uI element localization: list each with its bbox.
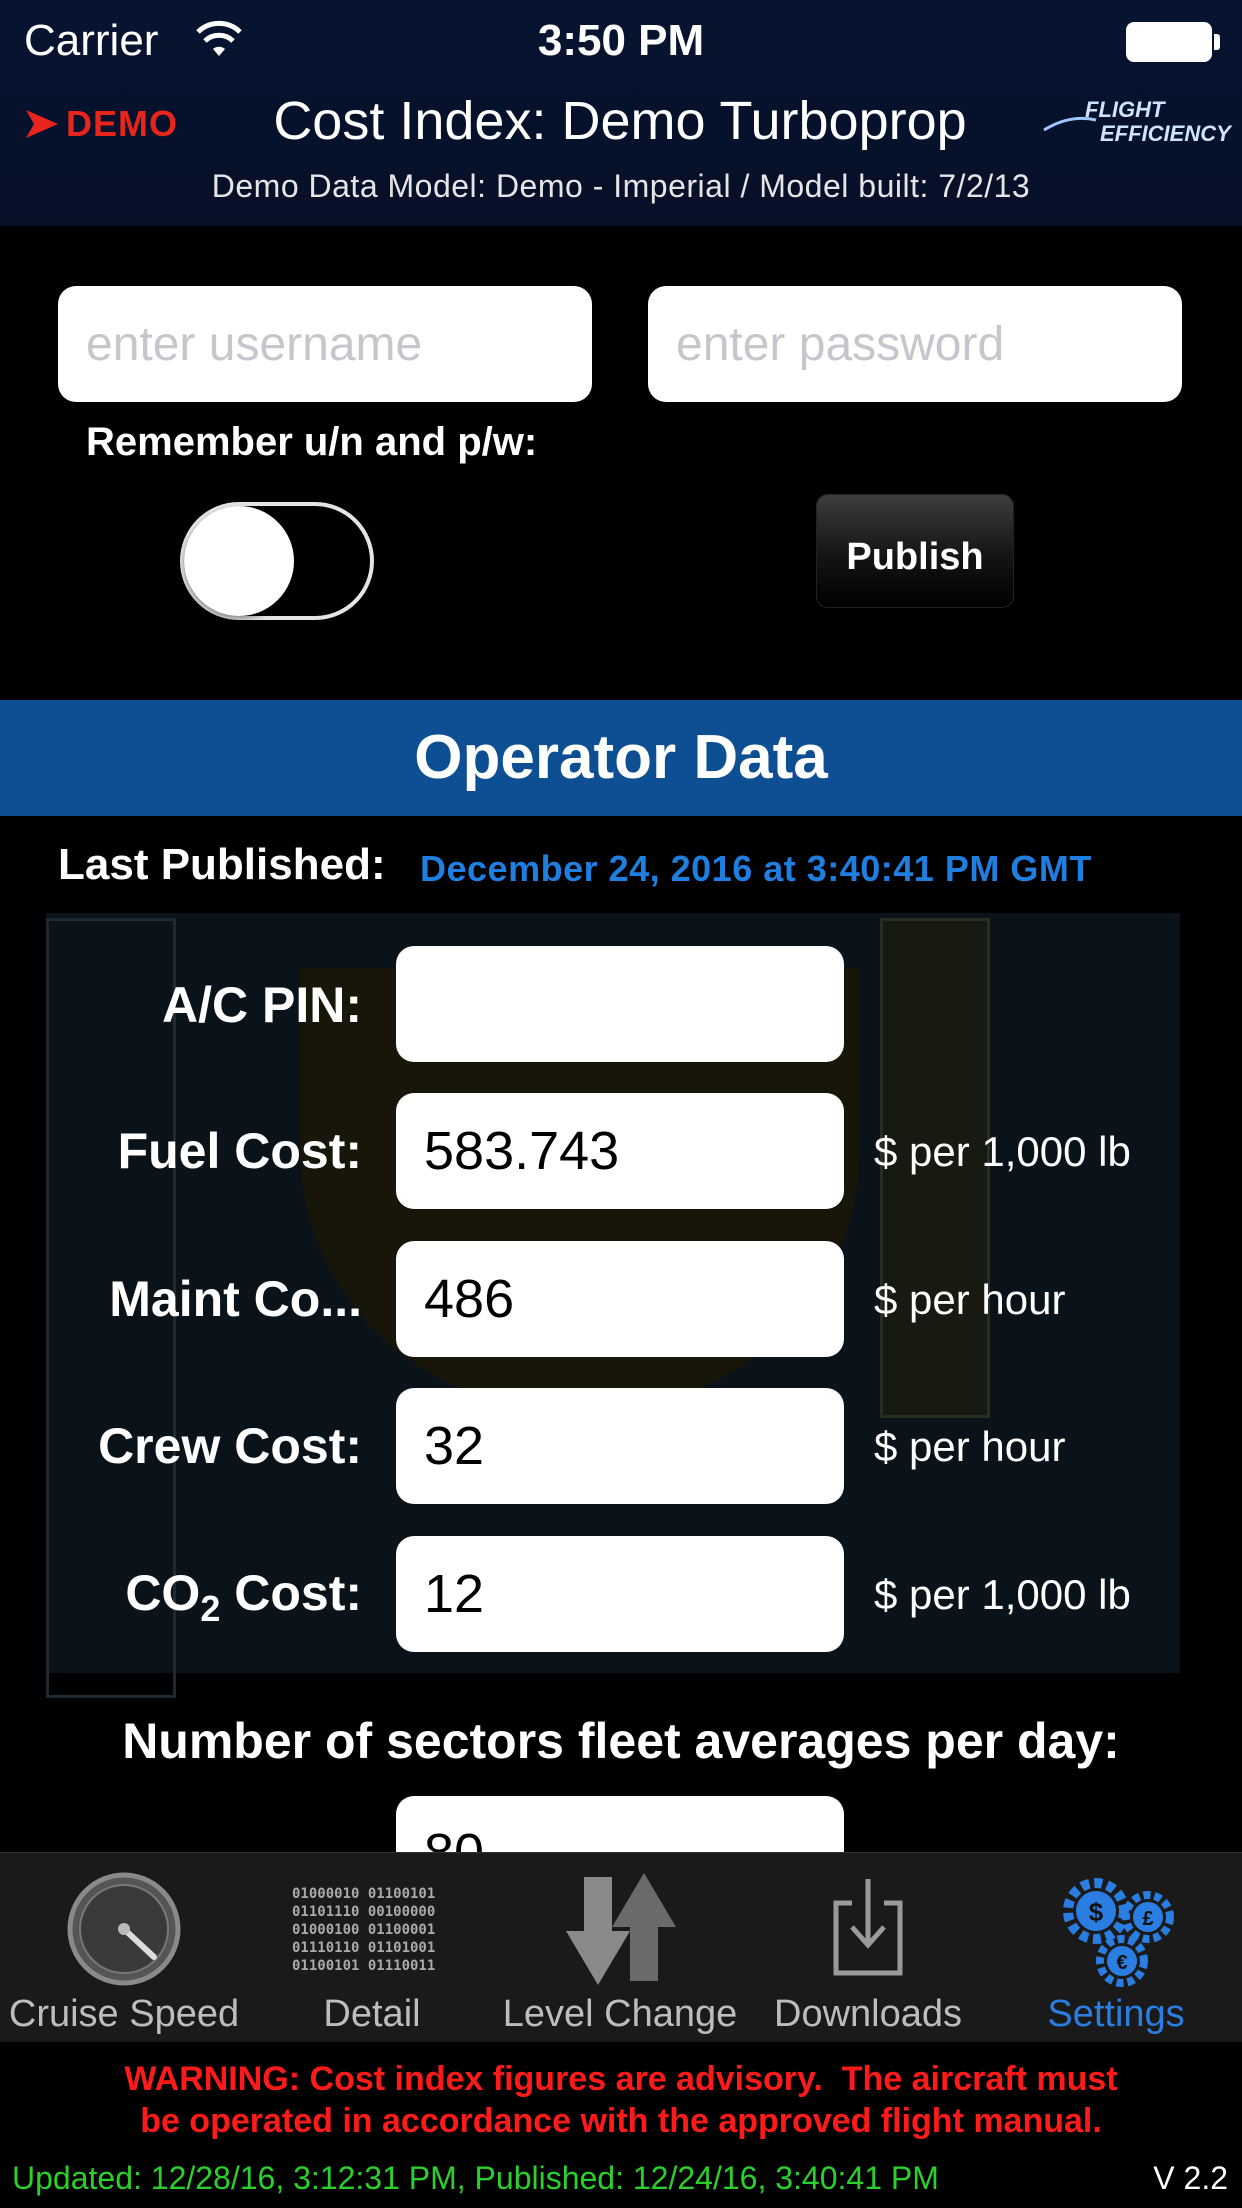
demo-label: DEMO (66, 103, 178, 144)
maint-cost-input[interactable]: 486 (396, 1241, 844, 1357)
co2-cost-label: CO2 Cost: (125, 1564, 362, 1630)
advisory-warning: WARNING: Cost index figures are advisory… (0, 2042, 1242, 2162)
logo-line2: EFFICIENCY (1100, 121, 1231, 146)
ac-pin-input[interactable] (396, 946, 844, 1062)
app-version: V 2.2 (1153, 2160, 1228, 2196)
app-header: Carrier 3:50 PM DEMO Cost Index: Demo Tu… (0, 0, 1242, 226)
speed-gauge-icon (67, 1872, 181, 1986)
maint-cost-label: Maint Co... (109, 1271, 362, 1327)
tab-downloads[interactable]: Downloads (744, 1853, 992, 2043)
tab-settings[interactable]: $ £ € Settings (992, 1853, 1240, 2043)
remember-credentials-toggle[interactable] (180, 502, 374, 620)
toggle-knob (184, 506, 294, 616)
footer: Updated: 12/28/16, 3:12:31 PM, Published… (0, 2154, 1242, 2208)
battery-icon (1126, 22, 1222, 62)
co2-cost-unit: $ per 1,000 lb (874, 1571, 1131, 1618)
svg-text:€: € (1116, 1952, 1127, 1974)
co2-prefix: CO (125, 1565, 201, 1621)
operator-data-header: Operator Data (0, 700, 1242, 816)
data-model-subtitle: Demo Data Model: Demo - Imperial / Model… (211, 168, 1031, 204)
crew-cost-input[interactable]: 32 (396, 1388, 844, 1504)
tab-bar: Cruise Speed 01000010 01100101 01101110 … (0, 1852, 1242, 2042)
logo-line1: FLIGHT (1085, 97, 1165, 122)
up-down-arrows-icon (566, 1873, 676, 1985)
tab-label: Settings (1047, 1993, 1185, 2035)
fuel-cost-label: Fuel Cost: (117, 1123, 362, 1179)
remember-credentials-label: Remember u/n and p/w: (86, 420, 538, 464)
publish-button[interactable]: Publish (816, 494, 1014, 608)
status-clock: 3:50 PM (537, 16, 705, 65)
svg-text:$: $ (1089, 1897, 1104, 1927)
sectors-per-day-label: Number of sectors fleet averages per day… (122, 1713, 1120, 1769)
crew-cost-unit: $ per hour (874, 1423, 1066, 1470)
download-tray-icon (833, 1879, 903, 1976)
co2-cost-input[interactable]: 12 (396, 1536, 844, 1652)
page-title: Cost Index: Demo Turboprop (273, 91, 967, 151)
last-published-value: December 24, 2016 at 3:40:41 PM GMT (420, 848, 1092, 889)
maint-cost-unit: $ per hour (874, 1276, 1066, 1323)
fuel-cost-unit: $ per 1,000 lb (874, 1128, 1131, 1175)
currency-gears-icon: $ £ € (1063, 1878, 1174, 1987)
last-published-label: Last Published: (58, 840, 386, 889)
binary-data-icon: 01000010 01100101 01101110 00100000 0100… (292, 1886, 436, 1974)
fuel-cost-input[interactable]: 583.743 (396, 1093, 844, 1209)
co2-subscript: 2 (200, 1588, 221, 1629)
section-title: Operator Data (414, 723, 828, 792)
demo-badge: DEMO (24, 102, 178, 146)
password-input[interactable] (648, 286, 1182, 402)
warning-line2: be operated in accordance with the appro… (140, 2102, 1102, 2140)
warning-line1: WARNING: Cost index figures are advisory… (124, 2060, 1118, 2098)
tab-level-change[interactable]: Level Change (496, 1853, 744, 2043)
tab-label: Detail (323, 1993, 421, 2035)
tab-label: Cruise Speed (8, 1993, 240, 2035)
co2-suffix: Cost: (220, 1565, 362, 1621)
ac-pin-label: A/C PIN: (162, 977, 362, 1033)
demo-arrow-icon (26, 110, 58, 138)
crew-cost-label: Crew Cost: (98, 1418, 362, 1474)
status-bar: Carrier 3:50 PM (0, 0, 1242, 84)
tab-label: Downloads (774, 1993, 962, 2035)
tab-label: Level Change (502, 1993, 738, 2035)
flight-efficiency-logo: FLIGHT EFFICIENCY (1040, 94, 1231, 154)
username-input[interactable] (58, 286, 592, 402)
svg-text:£: £ (1142, 1908, 1153, 1930)
tab-detail[interactable]: 01000010 01100101 01101110 00100000 0100… (248, 1853, 496, 2043)
updated-timestamp: Updated: 12/28/16, 3:12:31 PM, Published… (12, 2160, 939, 2196)
tab-cruise-speed[interactable]: Cruise Speed (0, 1853, 248, 2043)
